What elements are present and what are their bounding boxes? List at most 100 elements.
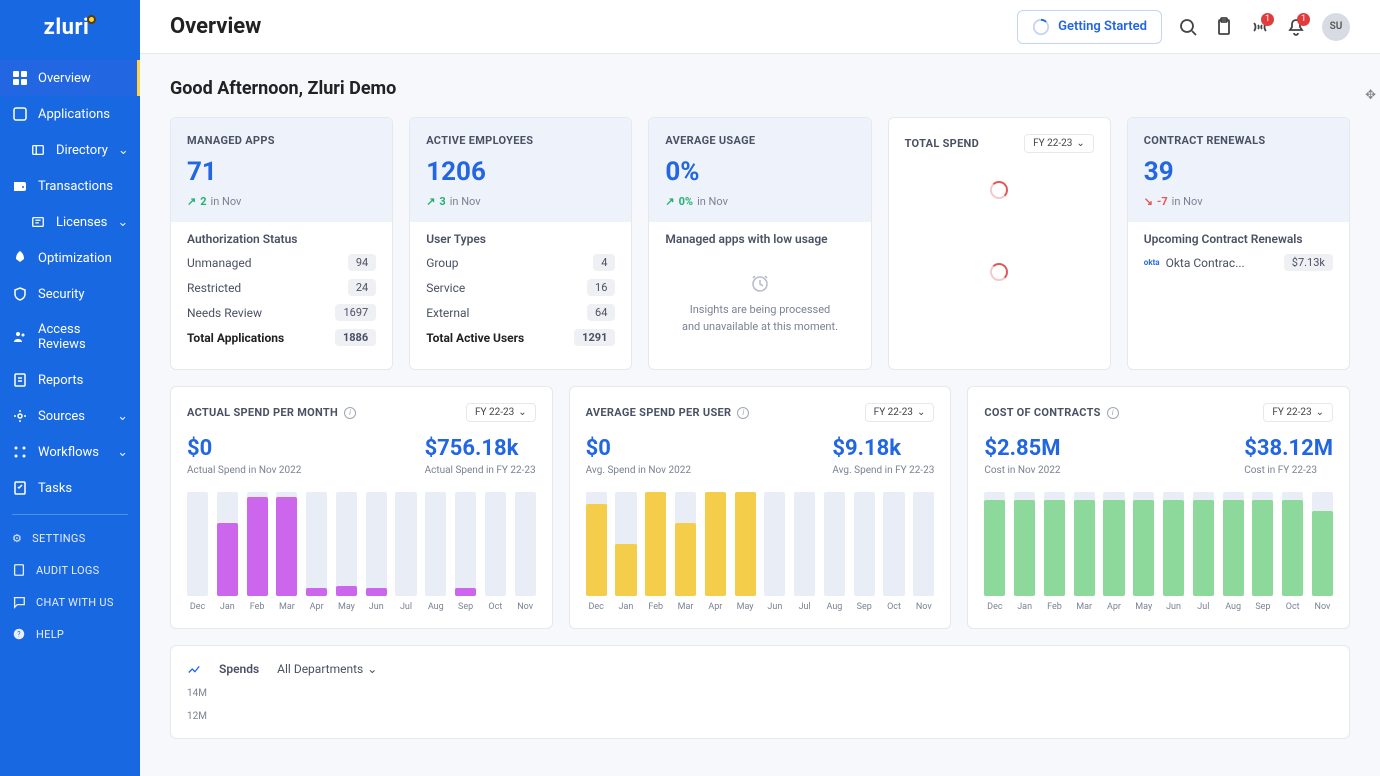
report-icon <box>12 372 28 388</box>
info-icon[interactable]: i <box>1107 407 1119 419</box>
sidebar-optimization[interactable]: Optimization <box>0 240 140 276</box>
chart-metric-label: Cost in FY 22-23 <box>1244 465 1333 476</box>
sidebar-audit-logs[interactable]: AUDIT LOGS <box>0 554 140 586</box>
bar: Feb <box>247 492 268 612</box>
kpi-label: ACTIVE EMPLOYEES <box>426 134 615 147</box>
search-icon[interactable] <box>1178 17 1198 37</box>
list-item[interactable]: Service16 <box>426 279 615 296</box>
sidebar-tasks[interactable]: Tasks <box>0 470 140 506</box>
sidebar-item-label: Transactions <box>38 179 113 194</box>
list-item[interactable]: Needs Review1697 <box>187 304 376 321</box>
bar-label: Aug <box>1225 602 1241 612</box>
notification-badge: 1 <box>1297 13 1310 26</box>
bar: Jun <box>764 492 785 612</box>
sidebar-security[interactable]: Security <box>0 276 140 312</box>
department-select[interactable]: All Departments ⌄ <box>277 662 377 676</box>
bar-label: Jul <box>400 602 412 612</box>
getting-started-button[interactable]: Getting Started <box>1017 10 1162 44</box>
bar-chart: DecJanFebMarAprMayJunJulAugSepOctNov <box>984 492 1333 612</box>
chevron-down-icon: ⌄ <box>1076 138 1084 149</box>
bar-label: Jul <box>1197 602 1209 612</box>
sidebar-directory[interactable]: Directory ⌄ <box>0 132 140 168</box>
chart-title: ACTUAL SPEND PER MONTH <box>187 406 338 419</box>
broadcast-icon[interactable]: 1 <box>1250 17 1270 37</box>
kpi-value: 0% <box>665 157 854 187</box>
chart-metric-value: $756.18k <box>425 436 536 461</box>
bar-label: Jan <box>619 602 634 612</box>
info-icon[interactable]: i <box>737 407 749 419</box>
grid-icon <box>12 70 28 86</box>
chat-icon <box>12 595 26 609</box>
spends-tab[interactable]: Spends <box>219 662 259 676</box>
bar: Oct <box>485 492 506 612</box>
bar-label: Jun <box>767 602 782 612</box>
bar-label: Aug <box>428 602 444 612</box>
directory-icon <box>30 142 46 158</box>
bar: Dec <box>984 492 1005 612</box>
bar: Apr <box>306 492 327 612</box>
topbar: Overview Getting Started 1 1 SU <box>140 0 1380 54</box>
chart-avg-spend-per-user: AVERAGE SPEND PER USERiFY 22-23⌄$0Avg. S… <box>569 386 952 629</box>
bar: Sep <box>455 492 476 612</box>
kpi-value: 1206 <box>426 157 615 187</box>
clipboard-icon[interactable] <box>1214 17 1234 37</box>
okta-logo-icon: okta <box>1144 258 1160 267</box>
chart-metric-label: Avg. Spend in Nov 2022 <box>586 465 691 476</box>
bar-label: Nov <box>1315 602 1331 612</box>
kpi-value: 39 <box>1144 157 1333 187</box>
fy-select[interactable]: FY 22-23⌄ <box>865 403 935 422</box>
users-icon <box>12 329 28 345</box>
list-item[interactable]: Unmanaged94 <box>187 254 376 271</box>
kpi-trend: ↗ 2 in Nov <box>187 195 376 208</box>
kpi-label: TOTAL SPEND <box>905 137 979 150</box>
kpi-trend: ↘ -7 in Nov <box>1144 195 1333 208</box>
bar-label: Jun <box>369 602 384 612</box>
bar-label: Dec <box>987 602 1002 612</box>
bar: Aug <box>425 492 446 612</box>
gear-icon: ⚙ <box>12 532 22 545</box>
kpi-average-usage: AVERAGE USAGE 0% ↗ 0% in Nov Managed app… <box>648 117 871 370</box>
fy-select[interactable]: FY 22-23⌄ <box>1263 403 1333 422</box>
bar-label: Sep <box>857 602 872 612</box>
fy-select[interactable]: FY 22-23⌄ <box>466 403 536 422</box>
list-item[interactable]: Group4 <box>426 254 615 271</box>
sidebar-applications[interactable]: Applications <box>0 96 140 132</box>
bell-icon[interactable]: 1 <box>1286 17 1306 37</box>
list-item[interactable]: Restricted24 <box>187 279 376 296</box>
info-icon[interactable]: i <box>344 407 356 419</box>
list-item[interactable]: External64 <box>426 304 615 321</box>
bar: Mar <box>276 492 297 612</box>
sidebar-overview[interactable]: Overview <box>0 60 140 96</box>
kpi-trend: ↗ 3 in Nov <box>426 195 615 208</box>
bar: Oct <box>1282 492 1303 612</box>
chart-metric-label: Actual Spend in FY 22-23 <box>425 465 536 476</box>
bar-label: Feb <box>250 602 265 612</box>
sidebar-item-label: Licenses <box>56 215 107 230</box>
bar: Jun <box>366 492 387 612</box>
kpi-sub-title: Authorization Status <box>187 232 376 246</box>
bar-label: Apr <box>310 602 324 612</box>
sidebar-help[interactable]: ? HELP <box>0 618 140 650</box>
bar: Feb <box>645 492 666 612</box>
bar: Jan <box>1014 492 1035 612</box>
sidebar-settings[interactable]: ⚙ SETTINGS <box>0 523 140 554</box>
chart-metric-value: $0 <box>586 436 691 461</box>
app-icon <box>12 106 28 122</box>
renewal-item[interactable]: okta Okta Contrac... $7.13k <box>1144 254 1333 271</box>
log-icon <box>12 563 26 577</box>
bar: Jul <box>794 492 815 612</box>
fy-select[interactable]: FY 22-23⌄ <box>1024 134 1094 153</box>
bar: May <box>1133 492 1154 612</box>
sidebar-access-reviews[interactable]: Access Reviews <box>0 312 140 362</box>
sidebar-chat[interactable]: CHAT WITH US <box>0 586 140 618</box>
move-handle-icon[interactable]: ✥ <box>1365 88 1376 103</box>
sidebar-licenses[interactable]: Licenses ⌄ <box>0 204 140 240</box>
sidebar-transactions[interactable]: Transactions <box>0 168 140 204</box>
sidebar-workflows[interactable]: Workflows ⌄ <box>0 434 140 470</box>
sidebar-sources[interactable]: Sources ⌄ <box>0 398 140 434</box>
sidebar-reports[interactable]: Reports <box>0 362 140 398</box>
bar-label: Jul <box>799 602 811 612</box>
bar-label: Mar <box>678 602 694 612</box>
user-avatar[interactable]: SU <box>1322 13 1350 41</box>
brand-logo[interactable]: zluri <box>0 0 140 54</box>
